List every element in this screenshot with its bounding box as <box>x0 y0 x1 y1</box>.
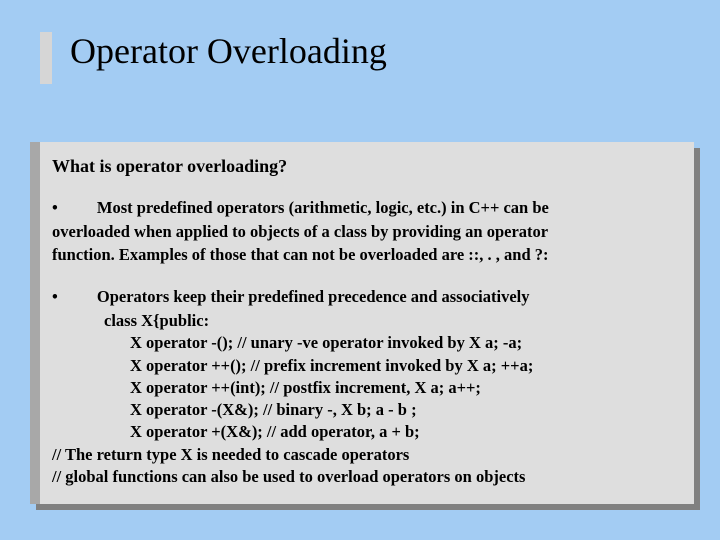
section-heading: What is operator overloading? <box>52 156 672 177</box>
title-area: Operator Overloading <box>40 30 387 84</box>
code-line-4: X operator -(X&); // binary -, X b; a - … <box>52 399 672 421</box>
code-line-1: X operator -(); // unary -ve operator in… <box>52 332 672 354</box>
bullet1-line1: Most predefined operators (arithmetic, l… <box>97 198 549 217</box>
bullet1-line3: function. Examples of those that can not… <box>52 244 672 266</box>
bullet-marker: • <box>52 286 68 308</box>
comment-2: // global functions can also be used to … <box>52 466 672 488</box>
slide-title: Operator Overloading <box>70 30 387 72</box>
bullet2-line1: Operators keep their predefined preceden… <box>97 287 530 306</box>
bullet1-line2: overloaded when applied to objects of a … <box>52 221 672 243</box>
title-accent-bar <box>40 32 52 84</box>
code-line-5: X operator +(X&); // add operator, a + b… <box>52 421 672 443</box>
code-line-2: X operator ++(); // prefix increment inv… <box>52 355 672 377</box>
content-area: What is operator overloading? • Most pre… <box>30 142 694 504</box>
content-accent-bar <box>30 142 40 504</box>
body-content: • Most predefined operators (arithmetic,… <box>52 197 672 488</box>
bullet-text: Most predefined operators (arithmetic, l… <box>68 197 672 219</box>
code-class-decl: class X{public: <box>52 310 672 332</box>
code-line-3: X operator ++(int); // postfix increment… <box>52 377 672 399</box>
bullet-marker: • <box>52 197 68 219</box>
bullet-1: • Most predefined operators (arithmetic,… <box>52 197 672 219</box>
bullet-text: Operators keep their predefined preceden… <box>68 286 672 308</box>
bullet-2: • Operators keep their predefined preced… <box>52 286 672 308</box>
comment-1: // The return type X is needed to cascad… <box>52 444 672 466</box>
